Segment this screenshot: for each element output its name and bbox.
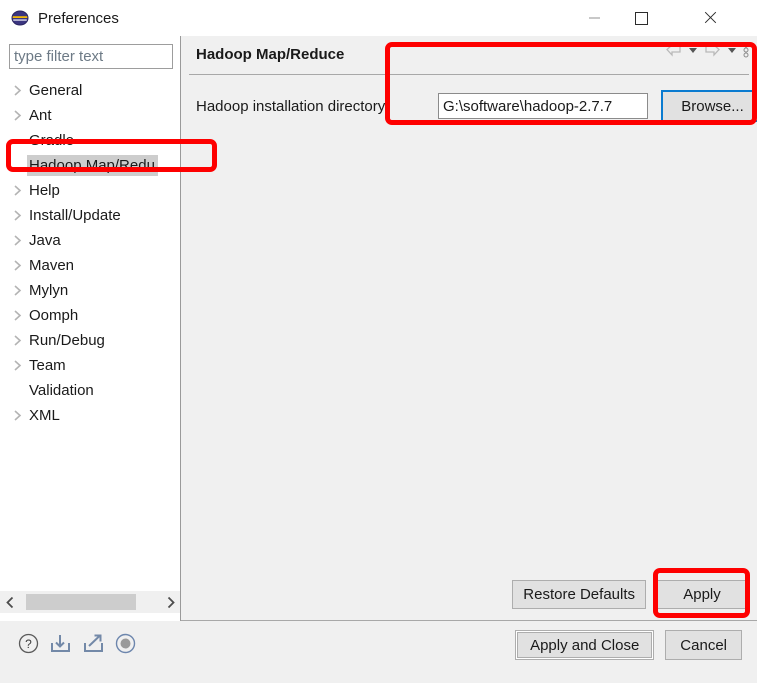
window-title: Preferences: [38, 9, 119, 27]
minimize-icon: [588, 17, 600, 19]
chevron-right-icon[interactable]: [13, 85, 29, 96]
dialog-body: General Ant Gradle Hadoop Map/Redu Help …: [0, 36, 757, 621]
maximize-button[interactable]: [618, 0, 664, 36]
sidebar-item-help[interactable]: Help: [0, 178, 180, 203]
preferences-tree[interactable]: General Ant Gradle Hadoop Map/Redu Help …: [0, 78, 180, 626]
sidebar-item-label: Oomph: [29, 307, 79, 324]
import-icon[interactable]: [49, 633, 72, 654]
sidebar-item-label: Install/Update: [29, 207, 121, 224]
sidebar-item-label: XML: [29, 407, 60, 424]
cancel-button[interactable]: Cancel: [665, 630, 742, 660]
chevron-right-icon[interactable]: [13, 335, 29, 346]
sidebar-item-hadoop-map-reduce[interactable]: Hadoop Map/Redu: [0, 153, 180, 178]
minimize-button[interactable]: [571, 0, 617, 36]
sidebar-item-label: Maven: [29, 257, 75, 274]
browse-button[interactable]: Browse...: [661, 90, 757, 122]
preference-page-panel: Hadoop Map/Reduce Hadoop installation di…: [181, 36, 757, 621]
chevron-right-icon[interactable]: [13, 360, 29, 371]
sidebar-item-label: Help: [29, 182, 60, 199]
chevron-right-icon[interactable]: [13, 410, 29, 421]
sidebar-item-label: Ant: [29, 107, 52, 124]
sidebar-item-oomph[interactable]: Oomph: [0, 303, 180, 328]
maximize-icon: [634, 11, 648, 25]
sidebar-item-validation[interactable]: Validation: [0, 378, 180, 403]
sidebar-item-ant[interactable]: Ant: [0, 103, 180, 128]
tree-horizontal-scrollbar[interactable]: [0, 591, 180, 613]
footer-icon-bar: ?: [18, 633, 136, 654]
sidebar-item-gradle[interactable]: Gradle: [0, 128, 180, 153]
chevron-right-icon[interactable]: [160, 591, 180, 613]
title-bar: Preferences: [0, 0, 757, 36]
sidebar-item-xml[interactable]: XML: [0, 403, 180, 428]
chevron-left-icon[interactable]: [0, 591, 20, 613]
sidebar-item-mylyn[interactable]: Mylyn: [0, 278, 180, 303]
scrollbar-track[interactable]: [20, 591, 160, 613]
sidebar-item-label: Mylyn: [29, 282, 69, 299]
help-icon[interactable]: ?: [18, 633, 39, 654]
scrollbar-thumb[interactable]: [26, 594, 136, 610]
forward-dropdown-icon[interactable]: [727, 46, 737, 54]
apply-button[interactable]: Apply: [656, 580, 748, 609]
sidebar-item-maven[interactable]: Maven: [0, 253, 180, 278]
close-button[interactable]: [687, 0, 733, 36]
sidebar-item-label: General: [29, 82, 83, 99]
export-icon[interactable]: [82, 633, 105, 654]
preferences-tree-panel: General Ant Gradle Hadoop Map/Redu Help …: [0, 36, 181, 621]
back-arrow-icon[interactable]: [665, 43, 682, 57]
sidebar-item-team[interactable]: Team: [0, 353, 180, 378]
view-menu-icon[interactable]: [743, 42, 749, 58]
close-icon: [703, 11, 717, 25]
dialog-footer: ? Apply and Close Cancel: [0, 621, 757, 683]
sidebar-item-java[interactable]: Java: [0, 228, 180, 253]
page-title: Hadoop Map/Reduce: [196, 46, 345, 63]
sidebar-item-run-debug[interactable]: Run/Debug: [0, 328, 180, 353]
hadoop-directory-row: Hadoop installation directory: Browse...: [196, 90, 757, 122]
sidebar-item-general[interactable]: General: [0, 78, 180, 103]
sidebar-item-label: Validation: [29, 382, 94, 399]
eclipse-globe-icon: [11, 9, 29, 27]
chevron-right-icon[interactable]: [13, 310, 29, 321]
title-separator: [189, 74, 749, 75]
page-nav-toolbar: [665, 42, 749, 58]
chevron-right-icon[interactable]: [13, 235, 29, 246]
sidebar-item-label: Java: [29, 232, 61, 249]
sidebar-item-label: Team: [29, 357, 66, 374]
page-action-buttons: Restore Defaults Apply: [512, 580, 748, 609]
sidebar-item-install-update[interactable]: Install/Update: [0, 203, 180, 228]
chevron-right-icon[interactable]: [13, 260, 29, 271]
filter-input[interactable]: [9, 44, 173, 69]
forward-arrow-icon[interactable]: [704, 43, 721, 57]
hadoop-directory-input[interactable]: [438, 93, 648, 119]
chevron-right-icon[interactable]: [13, 185, 29, 196]
restore-defaults-button[interactable]: Restore Defaults: [512, 580, 646, 609]
apply-and-close-button[interactable]: Apply and Close: [515, 630, 655, 660]
chevron-right-icon[interactable]: [13, 210, 29, 221]
back-dropdown-icon[interactable]: [688, 46, 698, 54]
chevron-right-icon[interactable]: [13, 110, 29, 121]
footer-action-buttons: Apply and Close Cancel: [515, 630, 742, 660]
sidebar-item-label: Run/Debug: [29, 332, 105, 349]
sidebar-item-label: Gradle: [29, 132, 75, 149]
oomph-recorder-icon[interactable]: [115, 633, 136, 654]
svg-text:?: ?: [25, 637, 32, 651]
hadoop-directory-label: Hadoop installation directory:: [196, 97, 390, 115]
chevron-right-icon[interactable]: [13, 285, 29, 296]
sidebar-item-label: Hadoop Map/Redu: [27, 155, 158, 176]
